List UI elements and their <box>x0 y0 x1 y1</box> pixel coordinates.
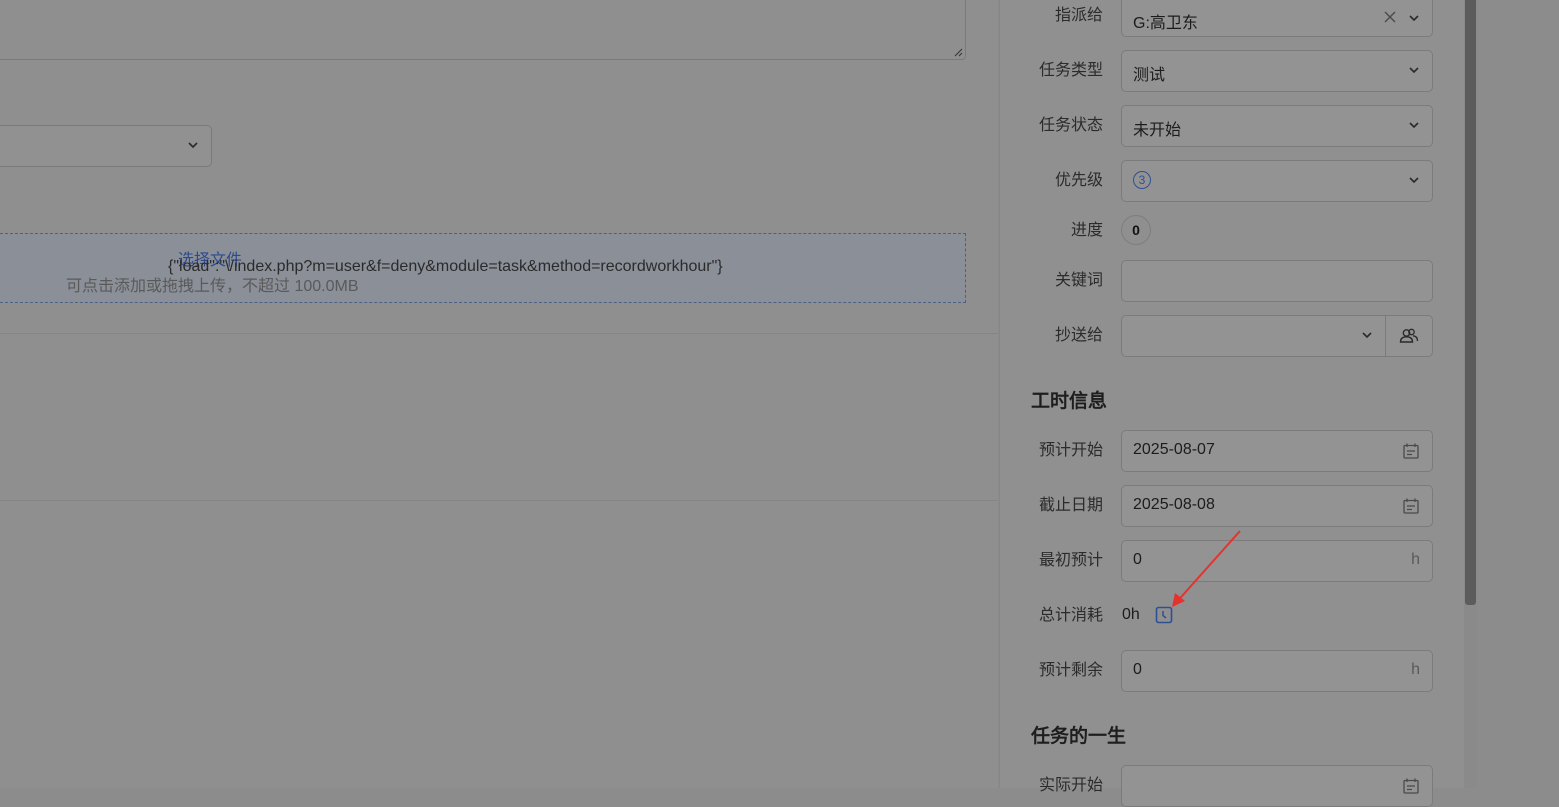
deadline-datepicker[interactable]: 2025-08-08 <box>1121 485 1433 527</box>
remaining-label: 预计剩余 <box>1038 662 1103 679</box>
annotation-arrow-icon <box>1172 530 1241 607</box>
remaining-value: 0 <box>1133 661 1142 678</box>
task-status-select[interactable]: 未开始 <box>1121 105 1433 147</box>
est-start-label: 预计开始 <box>1038 442 1103 459</box>
assign-value: G:高卫东 <box>1133 15 1198 32</box>
consumed-value: 0h <box>1122 606 1140 623</box>
task-status-label: 任务状态 <box>1038 117 1103 134</box>
assign-select[interactable]: G:高卫东 <box>1121 0 1433 37</box>
chevron-down-icon <box>1409 67 1419 74</box>
hour-unit: h <box>1411 661 1420 678</box>
scrollbar-thumb[interactable] <box>1465 0 1476 605</box>
users-icon <box>1399 328 1419 343</box>
left-select-dropdown[interactable] <box>0 125 212 167</box>
real-start-datepicker[interactable] <box>1121 765 1433 807</box>
calendar-icon[interactable] <box>1402 777 1420 795</box>
task-type-value: 测试 <box>1133 67 1166 84</box>
main-content-area <box>0 0 998 788</box>
priority-select[interactable]: 3 <box>1121 160 1433 202</box>
priority-label: 优先级 <box>1054 172 1103 189</box>
remaining-input[interactable]: 0 h <box>1121 650 1433 692</box>
clear-icon[interactable] <box>1384 11 1396 23</box>
file-upload-zone[interactable]: 选择文件 {"load":"\/index.php?m=user&f=deny&… <box>0 233 966 303</box>
keywords-input[interactable] <box>1121 260 1433 302</box>
hour-unit: h <box>1411 551 1420 568</box>
progress-badge: 0 <box>1121 215 1151 245</box>
page-margin <box>1477 0 1559 788</box>
calendar-icon[interactable] <box>1402 497 1420 515</box>
initial-estimate-value: 0 <box>1133 551 1142 568</box>
chevron-down-icon <box>1409 122 1419 129</box>
real-start-label: 实际开始 <box>1038 777 1103 794</box>
est-start-value: 2025-08-07 <box>1133 441 1215 458</box>
resize-handle-icon[interactable] <box>953 47 963 57</box>
priority-badge: 3 <box>1133 171 1151 189</box>
divider <box>0 500 998 501</box>
deadline-label: 截止日期 <box>1038 497 1103 514</box>
initial-estimate-label: 最初预计 <box>1038 552 1103 569</box>
calendar-icon[interactable] <box>1402 442 1420 460</box>
task-life-section-title: 任务的一生 <box>1031 726 1127 747</box>
chevron-down-icon <box>1362 332 1372 339</box>
deadline-value: 2025-08-08 <box>1133 496 1215 513</box>
keywords-label: 关键词 <box>1054 272 1103 289</box>
task-type-select[interactable]: 测试 <box>1121 50 1433 92</box>
cc-select[interactable] <box>1121 315 1386 357</box>
description-textarea[interactable] <box>0 0 966 60</box>
cc-label: 抄送给 <box>1054 327 1103 344</box>
assign-label: 指派给 <box>1054 7 1103 24</box>
task-status-value: 未开始 <box>1133 122 1182 139</box>
chevron-down-icon <box>188 142 198 149</box>
task-type-label: 任务类型 <box>1038 62 1103 79</box>
divider <box>0 333 998 334</box>
workhour-section-title: 工时信息 <box>1031 391 1108 412</box>
progress-label: 进度 <box>1070 222 1103 239</box>
upload-hint: 可点击添加或拖拽上传，不超过 100.0MB <box>66 278 359 295</box>
chevron-down-icon <box>1409 177 1419 184</box>
chevron-down-icon <box>1409 15 1419 22</box>
est-start-datepicker[interactable]: 2025-08-07 <box>1121 430 1433 472</box>
user-group-button[interactable] <box>1385 315 1433 357</box>
consumed-label: 总计消耗 <box>1038 607 1103 624</box>
